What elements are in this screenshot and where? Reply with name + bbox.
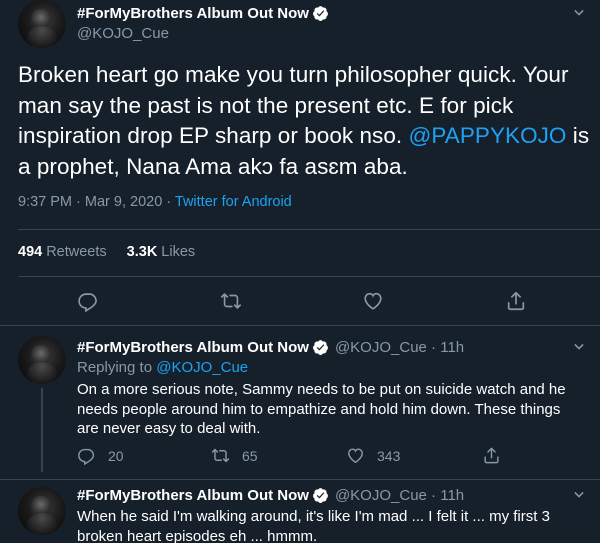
chevron-down-icon[interactable] xyxy=(570,338,588,356)
reply-text: On a more serious note, Sammy needs to b… xyxy=(77,381,566,437)
retweet-icon xyxy=(211,448,230,463)
tweet-source-link[interactable]: Twitter for Android xyxy=(175,194,292,210)
reply-count: 20 xyxy=(108,447,124,464)
divider xyxy=(18,276,600,277)
author-display-name[interactable]: #ForMyBrothers Album Out Now xyxy=(77,339,309,356)
avatar[interactable] xyxy=(18,487,66,535)
author-name-row[interactable]: #ForMyBrothers Album Out Now xyxy=(77,5,329,22)
like-icon xyxy=(348,448,363,464)
author-handle[interactable]: @KOJO_Cue xyxy=(77,25,169,42)
chevron-down-icon[interactable] xyxy=(570,486,588,504)
retweet-count: 65 xyxy=(242,447,258,464)
reply-text: When he said I'm walking around, it's li… xyxy=(77,508,550,543)
avatar[interactable] xyxy=(18,336,66,384)
divider xyxy=(18,229,600,230)
replying-to-mention[interactable]: @KOJO_Cue xyxy=(156,359,248,376)
like-button[interactable]: 343 xyxy=(346,446,400,465)
avatar[interactable] xyxy=(18,0,66,48)
tweet-actions xyxy=(0,290,600,314)
chevron-down-icon[interactable] xyxy=(570,4,588,22)
verified-badge-icon xyxy=(313,6,328,21)
tweet-text: Broken heart go make you turn philosophe… xyxy=(18,60,593,182)
author-handle-time[interactable]: @KOJO_Cue · 11h xyxy=(335,487,464,504)
likes-stat[interactable]: 3.3K Likes xyxy=(127,244,196,260)
reply-icon xyxy=(78,448,95,465)
retweets-label: Retweets xyxy=(46,244,107,260)
reply-header: #ForMyBrothers Album Out Now @KOJO_Cue ·… xyxy=(77,339,464,356)
retweet-icon[interactable] xyxy=(220,290,242,312)
mention-link[interactable]: @PAPPYKOJO xyxy=(409,123,567,148)
replying-to: Replying to @KOJO_Cue xyxy=(77,359,248,376)
author-handle-time[interactable]: @KOJO_Cue · 11h xyxy=(335,339,464,356)
reply-header: #ForMyBrothers Album Out Now @KOJO_Cue ·… xyxy=(77,487,464,504)
like-count: 343 xyxy=(377,447,401,464)
main-tweet: #ForMyBrothers Album Out Now @KOJO_Cue B… xyxy=(0,0,600,326)
tweet-meta: 9:37 PM · Mar 9, 2020 · Twitter for Andr… xyxy=(18,194,292,210)
retweet-button[interactable]: 65 xyxy=(211,446,258,465)
verified-badge-icon xyxy=(313,340,328,355)
tweet-stats: 494 Retweets 3.3K Likes xyxy=(18,244,195,260)
reply-button[interactable]: 20 xyxy=(77,446,124,465)
share-button[interactable] xyxy=(482,446,513,465)
tweet-timestamp[interactable]: 9:37 PM · Mar 9, 2020 · xyxy=(18,194,175,210)
author-display-name[interactable]: #ForMyBrothers Album Out Now xyxy=(77,487,309,504)
verified-badge-icon xyxy=(313,488,328,503)
thread-line xyxy=(41,388,43,472)
author-display-name[interactable]: #ForMyBrothers Album Out Now xyxy=(77,5,309,22)
reply-actions: 20 65 343 xyxy=(77,446,577,466)
share-icon[interactable] xyxy=(505,290,527,312)
divider xyxy=(0,325,600,326)
likes-count: 3.3K xyxy=(126,244,158,260)
retweets-stat[interactable]: 494 Retweets xyxy=(18,244,107,260)
tweet-thread-page: #ForMyBrothers Album Out Now @KOJO_Cue B… xyxy=(0,0,600,543)
likes-label: Likes xyxy=(161,244,196,260)
retweets-count: 494 xyxy=(18,244,43,260)
replying-to-label: Replying to xyxy=(77,359,157,376)
reply-icon[interactable] xyxy=(77,290,99,312)
share-icon xyxy=(484,447,499,464)
like-icon[interactable] xyxy=(362,290,384,312)
divider xyxy=(0,479,600,480)
